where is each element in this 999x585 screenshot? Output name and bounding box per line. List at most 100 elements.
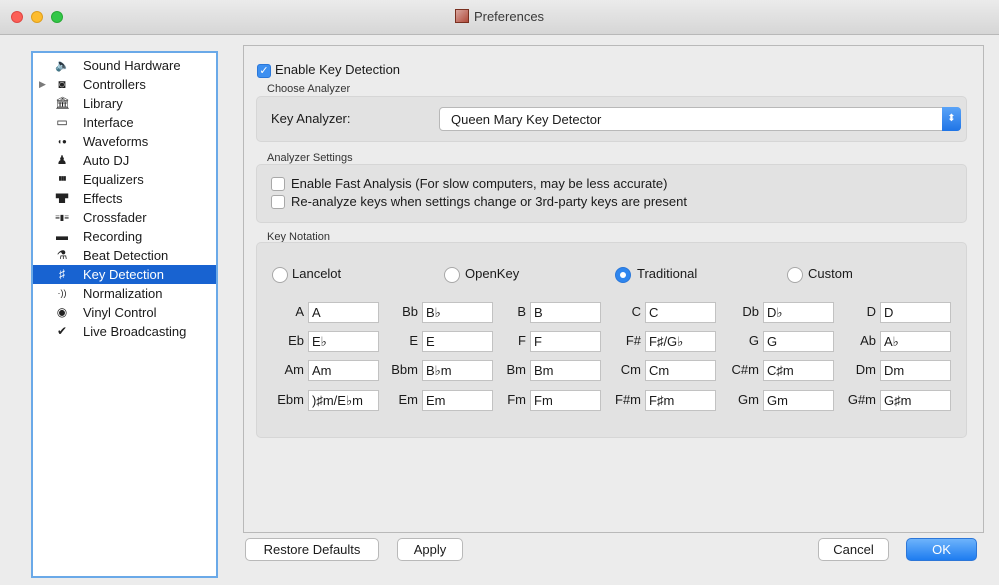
sidebar-item-library[interactable]: 🏛 Library <box>33 94 216 113</box>
sidebar-item-label: Effects <box>83 191 123 206</box>
key-notation-field[interactable]: )♯m/E♭m <box>308 390 379 411</box>
reanalyze-checkbox[interactable] <box>271 195 285 209</box>
key-notation-field[interactable]: B <box>530 302 601 323</box>
key-notation-field[interactable]: D♭ <box>763 302 834 323</box>
radio-lancelot-label: Lancelot <box>292 266 342 281</box>
recording-icon: ▬ <box>56 229 68 243</box>
vinyl-icon: ◉ <box>56 305 68 319</box>
expand-arrow-icon[interactable]: ▶ <box>39 75 46 94</box>
key-notation-field[interactable]: Am <box>308 360 379 381</box>
key-notation-field[interactable]: C <box>645 302 716 323</box>
enable-key-detection-checkbox[interactable]: ✓ <box>257 64 271 78</box>
key-notation-field[interactable]: Em <box>422 390 493 411</box>
key-notation-field[interactable]: F♯m <box>645 390 716 411</box>
key-notation-field[interactable]: G♯m <box>880 390 951 411</box>
key-label: Eb <box>288 333 304 348</box>
key-label: F# <box>625 333 641 348</box>
sidebar-item-label: Waveforms <box>83 134 149 149</box>
key-label: F <box>518 333 526 348</box>
equalizer-icon: ▮▮▮ <box>58 176 67 182</box>
key-notation-field[interactable]: C♯m <box>763 360 834 381</box>
sidebar-item-label: Beat Detection <box>83 248 169 263</box>
key-label: Bbm <box>391 362 418 377</box>
sidebar-item-beat-detection[interactable]: ⚗ Beat Detection <box>33 246 216 265</box>
key-notation-field[interactable]: Fm <box>530 390 601 411</box>
sidebar-item-vinyl-control[interactable]: ◉ Vinyl Control <box>33 303 216 322</box>
broadcast-icon: ✔ <box>56 324 68 338</box>
key-label: Bb <box>402 304 418 319</box>
key-notation-field[interactable]: G <box>763 331 834 352</box>
key-notation-field[interactable]: A <box>308 302 379 323</box>
radio-custom-label: Custom <box>808 266 853 281</box>
key-analyzer-select[interactable]: Queen Mary Key Detector ⬍ <box>439 107 961 131</box>
key-notation-field[interactable]: E♭ <box>308 331 379 352</box>
preferences-sidebar: 🔈 Sound Hardware ▶ ◙ Controllers 🏛 Libra… <box>31 51 218 578</box>
key-detection-icon: ♯ <box>59 267 65 281</box>
key-notation-field[interactable]: Dm <box>880 360 951 381</box>
waveforms-icon: ◖● <box>57 137 67 146</box>
fast-analysis-checkbox[interactable] <box>271 177 285 191</box>
key-label: Ebm <box>277 392 304 407</box>
sidebar-item-recording[interactable]: ▬ Recording <box>33 227 216 246</box>
window-title: Preferences <box>0 9 999 24</box>
radio-lancelot[interactable] <box>272 267 288 283</box>
speaker-icon: 🔈 <box>55 58 70 72</box>
key-notation-field[interactable]: F <box>530 331 601 352</box>
sidebar-item-label: Auto DJ <box>83 153 130 168</box>
sidebar-item-waveforms[interactable]: ◖● Waveforms <box>33 132 216 151</box>
sidebar-item-effects[interactable]: ▜▛ Effects <box>33 189 216 208</box>
radio-openkey[interactable] <box>444 267 460 283</box>
key-label: Am <box>284 362 305 377</box>
key-notation-field[interactable]: Bm <box>530 360 601 381</box>
sidebar-item-crossfader[interactable]: ≡▮≡ Crossfader <box>33 208 216 227</box>
sidebar-item-interface[interactable]: ▭ Interface <box>33 113 216 132</box>
key-notation-field[interactable]: B♭m <box>422 360 493 381</box>
key-analyzer-value: Queen Mary Key Detector <box>451 112 602 127</box>
sidebar-item-auto-dj[interactable]: ♟ Auto DJ <box>33 151 216 170</box>
sidebar-item-key-detection[interactable]: ♯ Key Detection <box>33 265 216 284</box>
sidebar-item-equalizers[interactable]: ▮▮▮ Equalizers <box>33 170 216 189</box>
choose-analyzer-heading: Choose Analyzer <box>267 83 351 95</box>
apply-button[interactable]: Apply <box>397 538 463 561</box>
sidebar-item-label: Recording <box>83 229 143 244</box>
key-label: Bm <box>506 362 527 377</box>
key-label: Dm <box>855 362 876 377</box>
auto-dj-icon: ♟ <box>56 153 68 167</box>
sidebar-item-controllers[interactable]: ▶ ◙ Controllers <box>33 75 216 94</box>
key-label: C <box>631 304 641 319</box>
enable-key-detection-label: Enable Key Detection <box>275 62 401 77</box>
title-bar: Preferences <box>0 0 999 35</box>
effects-icon: ▜▛ <box>55 194 69 203</box>
key-notation-field[interactable]: Cm <box>645 360 716 381</box>
cancel-button[interactable]: Cancel <box>818 538 889 561</box>
sidebar-item-normalization[interactable]: ·)) Normalization <box>33 284 216 303</box>
key-label: G#m <box>847 392 876 407</box>
reanalyze-label: Re-analyze keys when settings change or … <box>291 194 687 209</box>
key-notation-field[interactable]: E <box>422 331 493 352</box>
sidebar-item-label: Key Detection <box>83 267 164 282</box>
radio-custom[interactable] <box>787 267 803 283</box>
key-notation-field[interactable]: D <box>880 302 951 323</box>
sidebar-item-label: Live Broadcasting <box>83 324 187 339</box>
controller-icon: ◙ <box>58 77 66 91</box>
select-stepper-icon[interactable]: ⬍ <box>942 107 961 131</box>
key-label: D <box>866 304 876 319</box>
key-notation-field[interactable]: B♭ <box>422 302 493 323</box>
app-icon <box>454 9 469 23</box>
sidebar-item-sound-hardware[interactable]: 🔈 Sound Hardware <box>33 56 216 75</box>
sidebar-item-label: Interface <box>83 115 134 130</box>
radio-traditional-label: Traditional <box>637 266 698 281</box>
sidebar-item-label: Crossfader <box>83 210 147 225</box>
analyzer-settings-heading: Analyzer Settings <box>267 152 353 164</box>
crossfader-icon: ≡▮≡ <box>55 213 69 222</box>
sidebar-item-live-broadcasting[interactable]: ✔ Live Broadcasting <box>33 322 216 341</box>
key-label: E <box>409 333 418 348</box>
ok-button[interactable]: OK <box>906 538 977 561</box>
key-label: B <box>517 304 526 319</box>
radio-traditional[interactable] <box>615 267 631 283</box>
key-notation-field[interactable]: A♭ <box>880 331 951 352</box>
key-notation-field[interactable]: F♯/G♭ <box>645 331 716 352</box>
restore-defaults-button[interactable]: Restore Defaults <box>245 538 379 561</box>
key-label: Ab <box>860 333 876 348</box>
key-notation-field[interactable]: Gm <box>763 390 834 411</box>
